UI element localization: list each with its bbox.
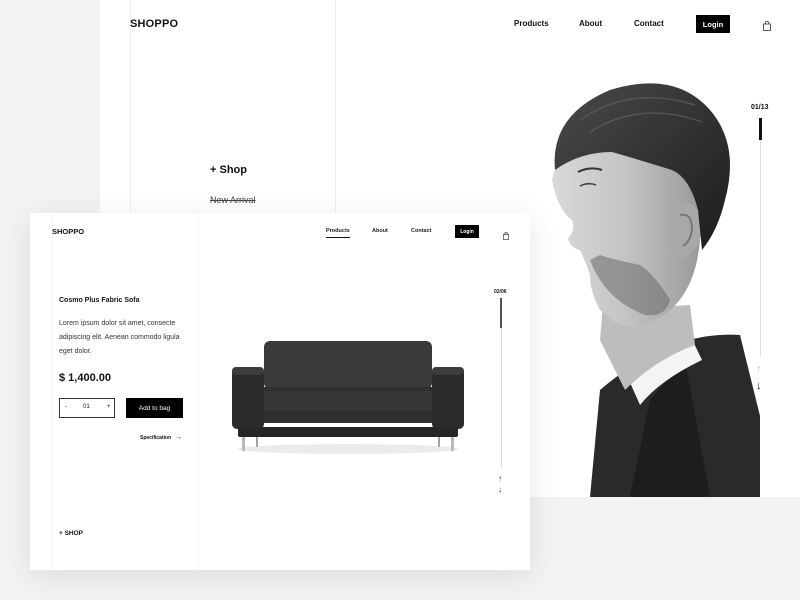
arrow-up-icon[interactable]: ↑ (756, 364, 761, 375)
nav-contact[interactable]: Contact (634, 19, 664, 28)
arrow-down-icon[interactable]: ↓ (498, 485, 502, 494)
product-card: SHOPPO Products About Contact Login Cosm… (30, 213, 530, 570)
slide-progress-thumb[interactable] (500, 298, 502, 328)
grid-line (198, 213, 199, 570)
arrow-right-icon: → (175, 434, 183, 441)
product-description: Lorem ipsum dolor sit amet, consecte adi… (59, 320, 180, 355)
quantity-increment-button[interactable]: + (107, 404, 111, 410)
product-name: Cosmo Plus Fabric Sofa (59, 297, 140, 304)
shop-title[interactable]: + Shop (210, 164, 247, 176)
shop-link[interactable]: + SHOP (59, 530, 83, 537)
nav-about[interactable]: About (372, 228, 388, 234)
shopping-bag-icon[interactable] (763, 18, 771, 36)
quantity-value: 01 (83, 404, 90, 410)
slide-progress-thumb[interactable] (759, 118, 762, 140)
arrow-down-icon[interactable]: ↓ (756, 380, 762, 392)
login-button[interactable]: Login (455, 225, 479, 238)
slide-counter: 02/06 (494, 289, 507, 295)
specification-link[interactable]: Specification → (140, 434, 182, 441)
specification-label: Specification (140, 434, 172, 441)
quantity-stepper[interactable]: - 01 + (59, 398, 115, 418)
logo[interactable]: SHOPPO (130, 18, 178, 30)
product-price: $ 1,400.00 (59, 372, 111, 384)
nav-contact[interactable]: Contact (411, 228, 431, 234)
nav-products[interactable]: Products (326, 228, 350, 238)
slide-progress-track[interactable] (760, 118, 761, 356)
logo[interactable]: SHOPPO (52, 227, 84, 236)
nav-products[interactable]: Products (514, 19, 549, 28)
new-arrival-link[interactable]: New Arrival (210, 195, 256, 205)
add-to-bag-button[interactable]: Add to bag (126, 398, 183, 418)
login-button[interactable]: Login (696, 15, 730, 33)
grid-line (52, 213, 53, 570)
shopping-bag-icon[interactable] (503, 227, 509, 245)
arrow-up-icon[interactable]: ↑ (498, 474, 502, 483)
nav-about[interactable]: About (579, 19, 602, 28)
slide-counter: 01/13 (751, 104, 769, 111)
quantity-decrement-button[interactable]: - (65, 404, 67, 410)
sofa-product-image[interactable] (230, 331, 466, 459)
